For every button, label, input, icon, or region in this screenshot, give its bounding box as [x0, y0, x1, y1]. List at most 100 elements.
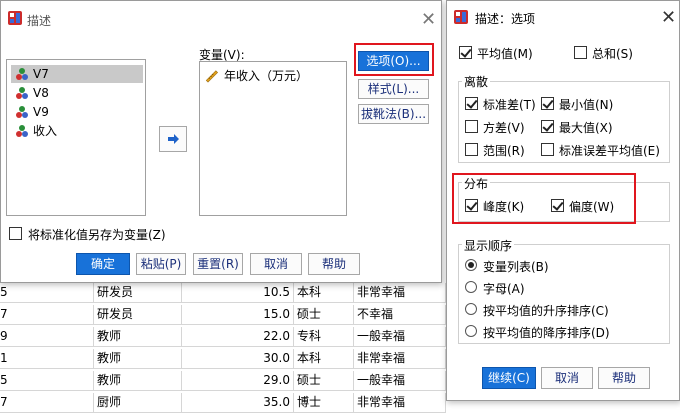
variance-checkbox[interactable]: [465, 120, 478, 133]
table-cell[interactable]: 35.0: [182, 393, 294, 413]
describe-dialog: 描述 ✕ V7 V8 V9 收入 变量(V): 年收入（万元） 选项(O)...…: [0, 0, 442, 283]
order-alphabetic-radio[interactable]: [465, 281, 477, 293]
variance-label: 方差(V): [483, 121, 525, 135]
table-cell[interactable]: 教师: [94, 327, 182, 347]
table-cell[interactable]: 硕士: [294, 371, 354, 391]
save-standardized-label: 将标准化值另存为变量(Z): [28, 228, 166, 242]
maximum-checkbox[interactable]: [541, 120, 554, 133]
table-cell[interactable]: 5: [0, 283, 94, 303]
table-row[interactable]: 7 研发员 15.0 硕士 不幸福: [0, 305, 446, 325]
table-cell[interactable]: 非常幸福: [354, 349, 446, 369]
table-cell[interactable]: 9: [0, 327, 94, 347]
table-cell[interactable]: 研发员: [94, 305, 182, 325]
order-ascending-label: 按平均值的升序排序(C): [483, 304, 609, 318]
range-label: 范围(R): [483, 144, 525, 158]
table-cell[interactable]: 一般幸福: [354, 327, 446, 347]
style-button[interactable]: 样式(L)...: [358, 79, 429, 99]
list-item-label: V7: [33, 67, 49, 81]
options-dialog: 描述：选项 ✕ 平均值(M) 总和(S) 离散 标准差(T) 最小值(N) 方差…: [446, 0, 680, 401]
table-cell[interactable]: 7: [0, 305, 94, 325]
table-cell[interactable]: 本科: [294, 283, 354, 303]
table-cell[interactable]: 30.0: [182, 349, 294, 369]
table-cell[interactable]: 一般幸福: [354, 371, 446, 391]
order-ascending-radio[interactable]: [465, 303, 477, 315]
table-cell[interactable]: 1: [0, 349, 94, 369]
order-alphabetic-label: 字母(A): [483, 282, 525, 296]
help-button[interactable]: 帮助: [308, 253, 360, 275]
table-cell[interactable]: 研发员: [94, 283, 182, 303]
table-row[interactable]: 9 教师 22.0 专科 一般幸福: [0, 327, 446, 347]
range-checkbox[interactable]: [465, 143, 478, 156]
order-variable-list-radio[interactable]: [465, 259, 477, 271]
sum-checkbox[interactable]: [574, 46, 587, 59]
reset-button[interactable]: 重置(R): [193, 253, 243, 275]
order-descending-label: 按平均值的降序排序(D): [483, 326, 610, 340]
list-item-label: 年收入（万元）: [224, 69, 309, 83]
order-descending-radio[interactable]: [465, 325, 477, 337]
list-item[interactable]: V8: [11, 84, 143, 102]
save-standardized-checkbox[interactable]: [9, 227, 22, 240]
close-icon[interactable]: ✕: [661, 9, 676, 27]
paste-button[interactable]: 粘贴(P): [136, 253, 186, 275]
list-item-label: 收入: [33, 124, 58, 138]
highlight-frame: [354, 43, 434, 76]
move-variable-button[interactable]: [159, 126, 187, 152]
arrow-right-icon: [168, 134, 179, 144]
nominal-variable-icon: [16, 68, 28, 80]
std-dev-label: 标准差(T): [483, 98, 536, 112]
nominal-variable-icon: [16, 87, 28, 99]
maximum-label: 最大值(X): [559, 121, 613, 135]
source-variable-list[interactable]: V7 V8 V9 收入: [6, 59, 146, 216]
cancel-button[interactable]: 取消: [541, 367, 593, 389]
cancel-button[interactable]: 取消: [250, 253, 302, 275]
nominal-variable-icon: [16, 125, 28, 137]
continue-button[interactable]: 继续(C): [482, 367, 536, 389]
help-button[interactable]: 帮助: [598, 367, 650, 389]
dialog-title: 描述：选项: [475, 12, 536, 26]
table-row[interactable]: 5 教师 29.0 硕士 一般幸福: [0, 371, 446, 391]
list-item[interactable]: 收入: [11, 122, 143, 140]
table-cell[interactable]: 非常幸福: [354, 393, 446, 413]
scale-variable-icon: [205, 70, 218, 83]
table-cell[interactable]: 博士: [294, 393, 354, 413]
table-cell[interactable]: 硕士: [294, 305, 354, 325]
mean-checkbox[interactable]: [459, 46, 472, 59]
std-error-mean-label: 标准误差平均值(E): [559, 144, 660, 158]
table-cell[interactable]: 7: [0, 393, 94, 413]
table-row[interactable]: 7 厨师 35.0 博士 非常幸福: [0, 393, 446, 413]
std-error-mean-checkbox[interactable]: [541, 143, 554, 156]
minimum-label: 最小值(N): [559, 98, 614, 112]
list-item[interactable]: V9: [11, 103, 143, 121]
table-cell[interactable]: 教师: [94, 349, 182, 369]
table-cell[interactable]: 15.0: [182, 305, 294, 325]
list-item-label: V9: [33, 105, 49, 119]
target-variable-list[interactable]: 年收入（万元）: [199, 61, 347, 216]
close-icon[interactable]: ✕: [421, 11, 436, 29]
table-cell[interactable]: 不幸福: [354, 305, 446, 325]
highlight-frame: [452, 173, 636, 224]
minimum-checkbox[interactable]: [541, 97, 554, 110]
bootstrap-button[interactable]: 拔靴法(B)...: [358, 104, 429, 124]
nominal-variable-icon: [16, 106, 28, 118]
table-cell[interactable]: 5: [0, 371, 94, 391]
std-dev-checkbox[interactable]: [465, 97, 478, 110]
dialog-title: 描述: [27, 14, 52, 28]
list-item[interactable]: V7: [11, 65, 143, 83]
table-cell[interactable]: 教师: [94, 371, 182, 391]
table-cell[interactable]: 10.5: [182, 283, 294, 303]
table-cell[interactable]: 22.0: [182, 327, 294, 347]
order-variable-list-label: 变量列表(B): [483, 260, 549, 274]
table-cell[interactable]: 厨师: [94, 393, 182, 413]
mean-label: 平均值(M): [477, 47, 533, 61]
table-cell[interactable]: 非常幸福: [354, 283, 446, 303]
spss-app-icon: [454, 10, 468, 24]
table-row[interactable]: 1 教师 30.0 本科 非常幸福: [0, 349, 446, 369]
ok-button[interactable]: 确定: [76, 253, 130, 275]
table-cell[interactable]: 专科: [294, 327, 354, 347]
table-cell[interactable]: 本科: [294, 349, 354, 369]
table-row[interactable]: 5 研发员 10.5 本科 非常幸福: [0, 283, 446, 303]
sum-label: 总和(S): [592, 47, 633, 61]
table-cell[interactable]: 29.0: [182, 371, 294, 391]
list-item[interactable]: 年收入（万元）: [204, 68, 308, 84]
display-order-title: 显示顺序: [462, 237, 515, 254]
